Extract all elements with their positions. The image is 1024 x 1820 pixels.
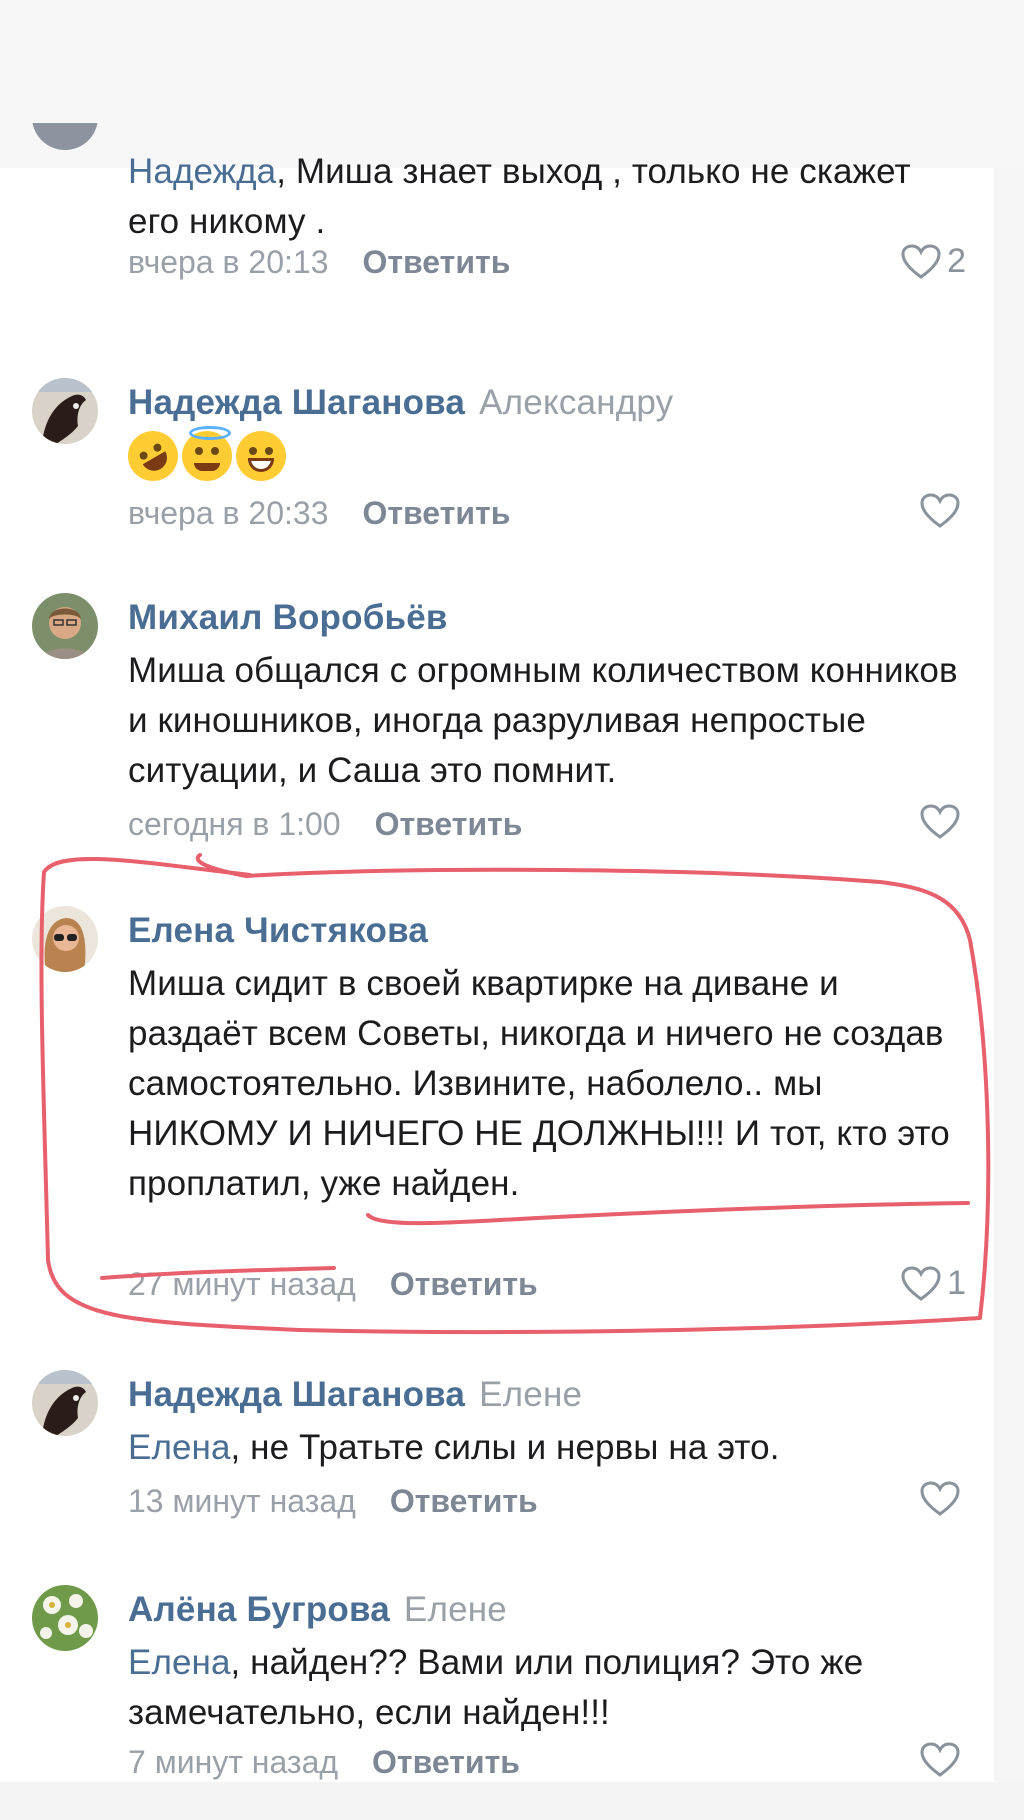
comment-body: , не Тратьте силы и нервы на это. <box>230 1428 780 1467</box>
mention-link[interactable]: Елена <box>128 1643 231 1682</box>
timestamp: 13 минут назад <box>128 1483 356 1519</box>
reply-button[interactable]: Ответить <box>362 244 510 280</box>
comment-text: Миша сидит в своей квартирке на диване и… <box>128 959 968 1209</box>
mention-link[interactable]: Надежда <box>128 152 276 191</box>
heart-icon <box>920 1481 960 1516</box>
comment-meta: вчера в 20:13 Ответить <box>128 244 510 281</box>
heart-icon <box>901 243 941 279</box>
comment-body: , найден?? Вами или полиция? Это же заме… <box>128 1643 864 1732</box>
reply-to[interactable]: Елене <box>404 1590 507 1629</box>
author-name[interactable]: Михаил Воробьёв <box>128 598 448 637</box>
avatar[interactable] <box>32 593 98 659</box>
comment-author[interactable]: Алёна Бугрова Елене <box>128 1590 507 1630</box>
like-button[interactable]: 1 <box>901 1264 966 1303</box>
scroll-gutter <box>994 168 1024 1820</box>
heart-icon <box>920 1742 960 1777</box>
like-button[interactable] <box>920 493 966 529</box>
timestamp: 7 минут назад <box>128 1744 339 1780</box>
reply-button[interactable]: Ответить <box>362 495 510 531</box>
comment-author[interactable]: Елена Чистякова <box>128 911 428 951</box>
like-button[interactable] <box>920 804 966 840</box>
author-name[interactable]: Надежда Шаганова <box>128 383 465 422</box>
comment-text: Надежда, Миша знает выход , только не ск… <box>128 147 968 247</box>
timestamp: вчера в 20:33 <box>128 495 329 531</box>
like-button[interactable]: 2 <box>901 242 966 281</box>
comment-meta: 7 минут назад Ответить <box>128 1744 520 1781</box>
like-button[interactable] <box>920 1742 966 1778</box>
timestamp: 27 минут назад <box>128 1266 356 1302</box>
like-count: 1 <box>947 1264 966 1302</box>
timestamp: вчера в 20:13 <box>128 244 329 280</box>
avatar[interactable] <box>32 1585 98 1651</box>
comment-text: Миша общался с огромным количеством конн… <box>128 646 968 796</box>
comment-meta: вчера в 20:33 Ответить <box>128 495 510 532</box>
like-count: 2 <box>947 242 966 280</box>
reply-button[interactable]: Ответить <box>390 1483 538 1519</box>
comment-text: Елена, найден?? Вами или полиция? Это же… <box>128 1638 968 1738</box>
author-name[interactable]: Надежда Шаганова <box>128 1375 465 1414</box>
reply-button[interactable]: Ответить <box>372 1744 520 1780</box>
rolling-laughing-emoji <box>118 421 188 491</box>
reply-button[interactable]: Ответить <box>375 806 523 842</box>
comment-body: Миша сидит в своей квартирке на диване и… <box>128 964 950 1203</box>
comment-meta: 13 минут назад Ответить <box>128 1483 538 1520</box>
reply-to[interactable]: Елене <box>479 1375 582 1414</box>
avatar[interactable] <box>32 906 98 972</box>
bottom-strip <box>0 1782 1024 1820</box>
halo-emoji <box>182 426 232 481</box>
comment-text: Елена, не Тратьте силы и нервы на это. <box>128 1423 968 1473</box>
comment-author[interactable]: Михаил Воробьёв <box>128 598 448 638</box>
author-name[interactable]: Алёна Бугрова <box>128 1590 390 1629</box>
heart-icon <box>920 493 960 528</box>
comment-author[interactable]: Надежда Шаганова Елене <box>128 1375 582 1415</box>
emoji-row <box>118 421 286 491</box>
comment-meta: сегодня в 1:00 Ответить <box>128 806 522 843</box>
reply-button[interactable]: Ответить <box>390 1266 538 1302</box>
heart-icon <box>901 1265 941 1301</box>
mention-link[interactable]: Елена <box>128 1428 231 1467</box>
comment-body: Миша общался с огромным количеством конн… <box>128 651 958 790</box>
timestamp: сегодня в 1:00 <box>128 806 341 842</box>
like-button[interactable] <box>920 1481 966 1517</box>
avatar[interactable] <box>32 378 98 444</box>
reply-to[interactable]: Александру <box>479 383 673 422</box>
comment-author[interactable]: Надежда Шаганова Александру <box>128 383 673 423</box>
author-name[interactable]: Елена Чистякова <box>128 911 428 950</box>
comment-meta: 27 минут назад Ответить <box>128 1266 538 1303</box>
top-bar <box>0 0 1024 168</box>
heart-icon <box>920 804 960 839</box>
avatar[interactable] <box>32 1370 98 1436</box>
grin-emoji <box>236 431 286 481</box>
